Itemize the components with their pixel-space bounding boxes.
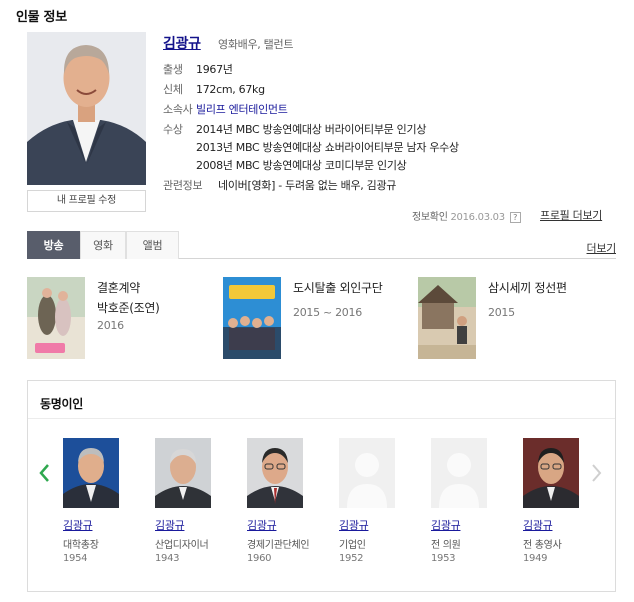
person-job: 전 총영사 — [523, 540, 562, 551]
program-poster[interactable] — [223, 277, 281, 359]
chevron-left-icon[interactable] — [38, 463, 50, 486]
tab-broadcast[interactable]: 방송 — [27, 231, 80, 259]
info-check: 정보확인 2016.03.03 ? — [412, 208, 521, 223]
program-title[interactable]: 삼시세끼 정선편 — [488, 279, 567, 296]
person-job: 산업디자이너 — [155, 540, 209, 551]
agency-label: 소속사 — [163, 103, 193, 116]
agency-link[interactable]: 빌리프 엔터테인먼트 — [196, 102, 288, 118]
related-link[interactable]: 네이버[영화] - 두려움 없는 배우, 김광규 — [218, 178, 396, 194]
help-icon[interactable]: ? — [509, 211, 521, 223]
same-name-person[interactable]: 김광규 기업인 1952 — [339, 438, 409, 564]
award-label: 수상 — [163, 123, 183, 136]
person-year: 1954 — [63, 553, 88, 564]
program-year: 2016 — [97, 319, 124, 332]
program-title[interactable]: 결혼계약 — [97, 279, 140, 296]
person-photo[interactable] — [63, 438, 119, 508]
person-name-link[interactable]: 김광규 — [431, 517, 461, 533]
award-item: 2013년 MBC 방송연예대상 쇼버라이어티부문 남자 우수상 — [196, 141, 459, 154]
check-label: 정보확인 — [412, 212, 448, 223]
program-year: 2015 ~ 2016 — [293, 306, 362, 319]
person-name-link[interactable]: 김광규 — [63, 517, 93, 533]
same-name-panel: 동명이인 김광규 대학총장 1954 김광규 산업디자이너 1943 김광규 경… — [27, 380, 616, 592]
body-value: 172cm, 67kg — [196, 83, 265, 96]
person-year: 1960 — [247, 553, 272, 564]
person-job: 기업인 — [339, 540, 366, 551]
person-job: 전 의원 — [431, 540, 461, 551]
divider — [28, 418, 615, 419]
tab-bar: 방송 영화 앨범 더보기 — [27, 231, 616, 259]
person-photo[interactable] — [523, 438, 579, 508]
tab-movie[interactable]: 영화 — [80, 231, 126, 259]
person-year: 1949 — [523, 553, 548, 564]
profile-photo — [27, 32, 146, 185]
tab-album[interactable]: 앨범 — [126, 231, 179, 259]
same-name-person[interactable]: 김광규 산업디자이너 1943 — [155, 438, 225, 564]
person-name-link[interactable]: 김광규 — [523, 517, 553, 533]
program-role: 박호준(조연) — [97, 301, 160, 315]
program-title[interactable]: 도시탈출 외인구단 — [293, 279, 383, 296]
person-name-link[interactable]: 김광규 — [339, 517, 369, 533]
same-name-person[interactable]: 김광규 전 총영사 1949 — [523, 438, 593, 564]
person-placeholder-icon[interactable] — [339, 438, 395, 508]
same-name-title: 동명이인 — [40, 397, 83, 411]
same-name-person[interactable]: 김광규 경제기관단체인 1960 — [247, 438, 317, 564]
profile-more-link[interactable]: 프로필 더보기 — [540, 207, 602, 223]
related-label: 관련정보 — [163, 179, 203, 192]
person-year: 1943 — [155, 553, 180, 564]
check-date: 2016.03.03 — [450, 212, 506, 223]
person-name-link[interactable]: 김광규 — [163, 33, 201, 53]
occupation: 영화배우, 탤런트 — [218, 38, 294, 51]
birth-value: 1967년 — [196, 63, 233, 76]
person-year: 1953 — [431, 553, 456, 564]
person-name-link[interactable]: 김광규 — [155, 517, 185, 533]
edit-profile-button[interactable]: 내 프로필 수정 — [27, 190, 146, 212]
award-item: 2008년 MBC 방송연예대상 코미디부문 인기상 — [196, 159, 407, 172]
person-job: 대학총장 — [63, 540, 99, 551]
same-name-person[interactable]: 김광규 대학총장 1954 — [63, 438, 133, 564]
person-placeholder-icon[interactable] — [431, 438, 487, 508]
person-photo[interactable] — [247, 438, 303, 508]
tabs-more-link[interactable]: 더보기 — [587, 240, 617, 256]
program-poster[interactable] — [418, 277, 476, 359]
person-job: 경제기관단체인 — [247, 540, 310, 551]
award-item: 2014년 MBC 방송연예대상 버라이어티부문 인기상 — [196, 123, 427, 136]
person-photo[interactable] — [155, 438, 211, 508]
body-label: 신체 — [163, 83, 183, 96]
person-year: 1952 — [339, 553, 364, 564]
program-year: 2015 — [488, 306, 515, 319]
person-name-link[interactable]: 김광규 — [247, 517, 277, 533]
section-title: 인물 정보 — [16, 10, 67, 25]
program-poster[interactable] — [27, 277, 85, 359]
same-name-person[interactable]: 김광규 전 의원 1953 — [431, 438, 501, 564]
birth-label: 출생 — [163, 63, 183, 76]
